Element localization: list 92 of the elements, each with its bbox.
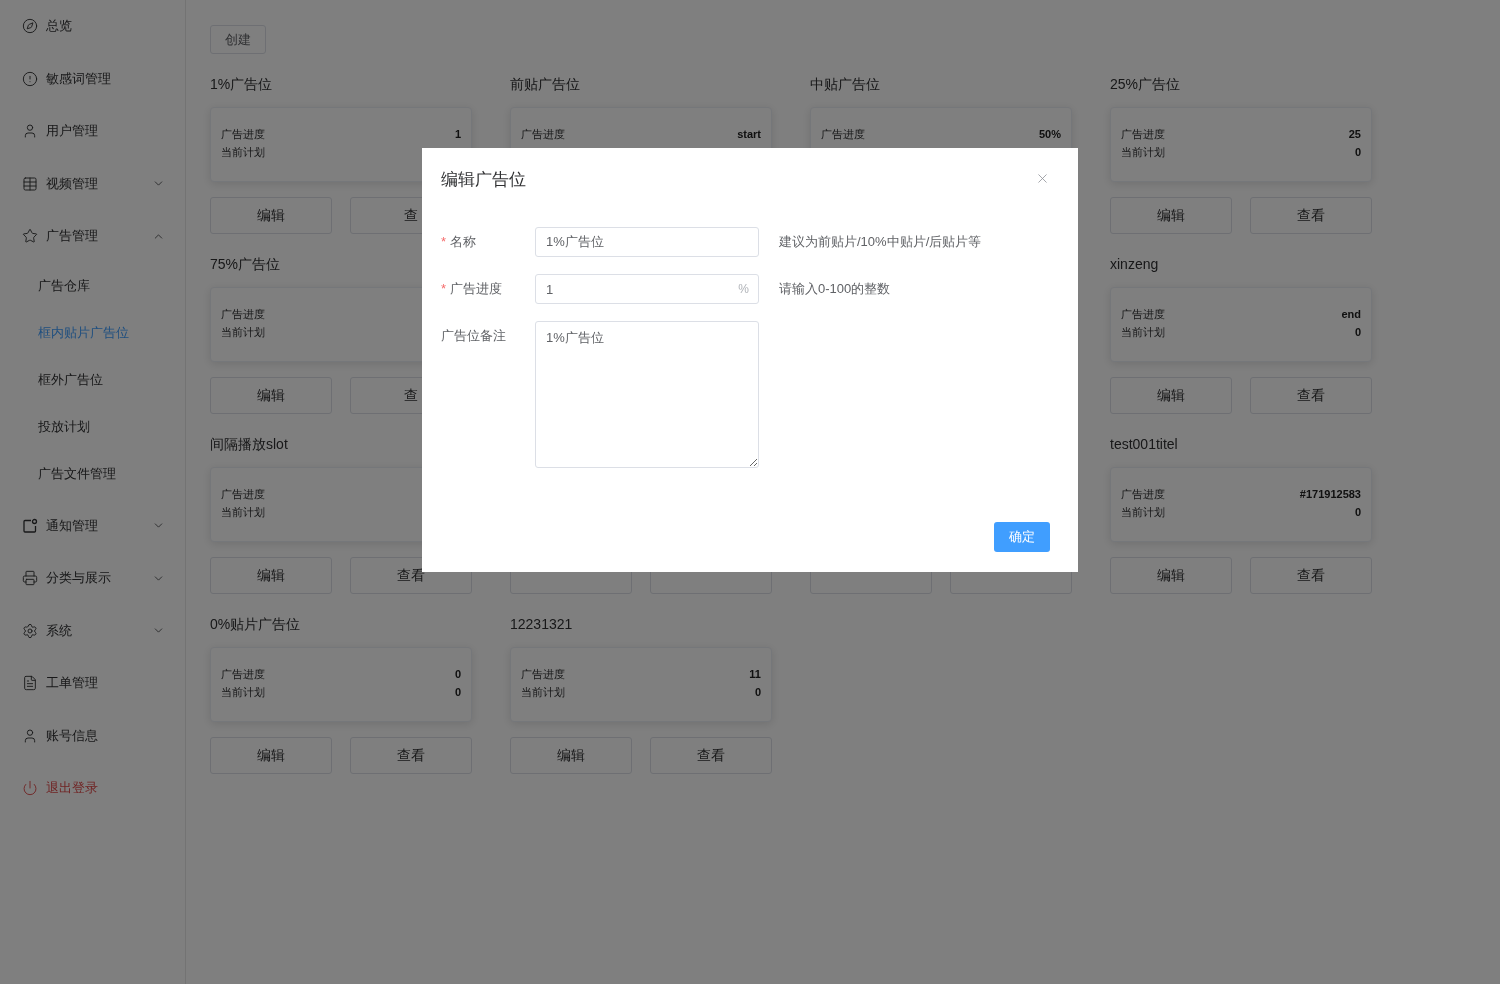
edit-button[interactable]: 编辑 bbox=[210, 197, 332, 234]
stat-label: 当前计划 bbox=[1121, 145, 1165, 160]
textarea-field[interactable]: 1%广告位 bbox=[535, 321, 759, 468]
stat-value: 0 bbox=[754, 685, 761, 700]
slot-title: 前贴广告位 bbox=[510, 76, 581, 94]
edit-button[interactable]: 编辑 bbox=[210, 377, 332, 414]
form-label: 广告位备注 bbox=[441, 327, 507, 345]
menu-item[interactable]: 工单管理 bbox=[0, 657, 185, 710]
slot-title: 1%广告位 bbox=[210, 76, 274, 94]
slot-title: xinzeng bbox=[1110, 256, 1160, 274]
stat-value: start bbox=[737, 127, 761, 142]
stat-value: 0 bbox=[1354, 145, 1361, 160]
submenu-item[interactable]: 投放计划 bbox=[0, 403, 185, 451]
stat-label: 广告进度 bbox=[221, 487, 265, 502]
menu-group[interactable]: 通知管理 bbox=[0, 499, 185, 552]
stat-value: 0 bbox=[1354, 325, 1361, 340]
slot-title: 中贴广告位 bbox=[810, 76, 881, 94]
confirm-button[interactable]: 确定 bbox=[994, 522, 1050, 552]
menu-item[interactable]: 敏感词管理 bbox=[0, 52, 185, 105]
edit-button[interactable]: 编辑 bbox=[210, 737, 332, 774]
menu-group[interactable]: 分类与展示 bbox=[0, 552, 185, 605]
menu-group[interactable]: 视频管理 bbox=[0, 157, 185, 210]
stat-label: 广告进度 bbox=[221, 307, 265, 322]
stat-value: #171912583 bbox=[1299, 487, 1361, 502]
stat-value: 0 bbox=[454, 667, 461, 682]
user-icon bbox=[22, 727, 38, 744]
slot-title: 25%广告位 bbox=[1110, 76, 1182, 94]
dialog-title: 编辑广告位 bbox=[441, 169, 526, 191]
submenu-item[interactable]: 广告仓库 bbox=[0, 262, 185, 310]
stat-label: 广告进度 bbox=[521, 127, 565, 142]
slot-title: 间隔播放slot bbox=[210, 436, 289, 454]
stat-value: 0 bbox=[454, 685, 461, 700]
user-icon bbox=[22, 123, 38, 140]
printer-icon bbox=[22, 570, 38, 587]
menu-item[interactable]: 总览 bbox=[0, 0, 185, 53]
stat-label: 广告进度 bbox=[521, 667, 565, 682]
view-button[interactable]: 查看 bbox=[1250, 557, 1372, 594]
stat-label: 当前计划 bbox=[221, 685, 265, 700]
compass-icon bbox=[22, 18, 38, 35]
stat-label: 当前计划 bbox=[221, 505, 265, 520]
form-label: * 广告进度 bbox=[441, 274, 535, 304]
submenu-item[interactable]: 框外广告位 bbox=[0, 356, 185, 404]
stat-label: 当前计划 bbox=[1121, 505, 1165, 520]
alert-circle-icon bbox=[22, 70, 38, 87]
stat-label: 广告进度 bbox=[221, 127, 265, 142]
suffix-text: % bbox=[738, 282, 749, 296]
stat-label: 广告进度 bbox=[821, 127, 865, 142]
edit-button[interactable]: 编辑 bbox=[1110, 197, 1232, 234]
stat-label: 广告进度 bbox=[221, 667, 265, 682]
view-button[interactable]: 查看 bbox=[1250, 377, 1372, 414]
stat-label: 广告进度 bbox=[1121, 487, 1165, 502]
star-icon bbox=[22, 228, 38, 245]
stat-value: 50% bbox=[1038, 127, 1061, 142]
view-button[interactable]: 查看 bbox=[350, 737, 472, 774]
create-button[interactable]: 创建 bbox=[210, 25, 266, 54]
logout-menu-item[interactable]: 退出登录 bbox=[0, 762, 185, 815]
stat-label: 当前计划 bbox=[521, 685, 565, 700]
required-mark: * bbox=[441, 233, 447, 251]
view-button[interactable]: 查看 bbox=[1250, 197, 1372, 234]
slot-title: 12231321 bbox=[510, 616, 574, 634]
text-input[interactable]: 1%广告位 bbox=[535, 227, 759, 257]
menu-group[interactable]: 系统 bbox=[0, 604, 185, 657]
stat-label: 当前计划 bbox=[221, 325, 265, 340]
hint-text: 请输入0-100的整数 bbox=[779, 280, 891, 298]
hint-text: 建议为前贴片/10%中贴片/后贴片等 bbox=[779, 233, 982, 251]
edit-button[interactable]: 编辑 bbox=[1110, 377, 1232, 414]
menu-item[interactable]: 账号信息 bbox=[0, 709, 185, 762]
grid-icon bbox=[22, 175, 38, 192]
stat-value: 1 bbox=[454, 127, 461, 142]
edit-button[interactable]: 编辑 bbox=[1110, 557, 1232, 594]
stat-label: 广告进度 bbox=[1121, 307, 1165, 322]
slot-title: 75%广告位 bbox=[210, 256, 282, 274]
edit-button[interactable]: 编辑 bbox=[210, 557, 332, 594]
document-icon bbox=[22, 675, 38, 692]
submenu-item[interactable]: 广告文件管理 bbox=[0, 450, 185, 498]
menu-item[interactable]: 用户管理 bbox=[0, 105, 185, 158]
stat-label: 当前计划 bbox=[1121, 325, 1165, 340]
edit-button[interactable]: 编辑 bbox=[510, 737, 632, 774]
menu-group[interactable]: 广告管理 bbox=[0, 210, 185, 263]
stat-value: 11 bbox=[749, 667, 761, 682]
stat-label: 当前计划 bbox=[221, 145, 265, 160]
stat-label: 广告进度 bbox=[1121, 127, 1165, 142]
slot-title: test001titel bbox=[1110, 436, 1179, 454]
notification-icon bbox=[22, 517, 38, 534]
stat-value: 0 bbox=[1354, 505, 1361, 520]
slot-title: 0%贴片广告位 bbox=[210, 616, 302, 634]
stat-value: 25 bbox=[1348, 127, 1361, 142]
power-icon bbox=[22, 780, 38, 797]
settings-icon bbox=[22, 622, 38, 639]
view-button[interactable]: 查看 bbox=[650, 737, 772, 774]
required-mark: * bbox=[441, 280, 447, 298]
stat-value: end bbox=[1341, 307, 1361, 322]
